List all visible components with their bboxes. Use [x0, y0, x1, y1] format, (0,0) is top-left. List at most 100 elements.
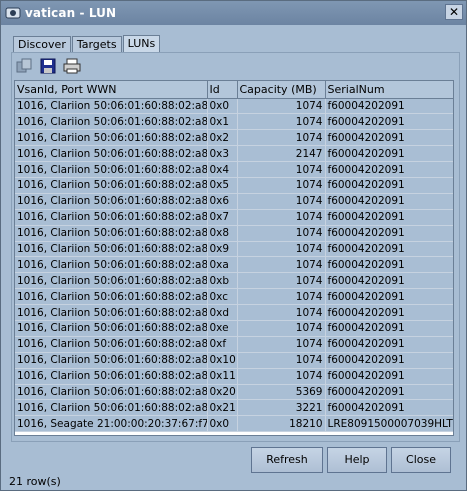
column-header-id[interactable]: Id: [207, 81, 238, 99]
print-button[interactable]: [61, 56, 83, 76]
app-icon: [5, 7, 21, 19]
cell-id: 0x9: [207, 241, 238, 258]
cell-id: 0x10: [207, 352, 238, 369]
table-row[interactable]: 1016, Clariion 50:06:01:60:88:02:a8:2b 0x…: [15, 272, 453, 290]
toolbar: [13, 56, 83, 78]
column-header-serial[interactable]: SerialNum: [325, 81, 453, 99]
cell-port-wwn: 1016, Clariion 50:06:01:60:88:02:a8:2b: [15, 98, 208, 115]
cell-serial: f60004202091: [325, 145, 453, 163]
table-row[interactable]: 1016, Clariion 50:06:01:60:88:02:a8:2b 0x…: [15, 288, 453, 306]
tab-discover[interactable]: Discover: [13, 36, 71, 53]
table-row[interactable]: 1016, Clariion 50:06:01:60:88:02:a8:2b 0x…: [15, 384, 453, 401]
cell-port-wwn: 1016, Clariion 50:06:01:60:88:02:a8:2b: [15, 209, 208, 226]
table-row[interactable]: 1016, Clariion 50:06:01:60:88:02:a8:2b 0x…: [15, 193, 453, 210]
table-row[interactable]: 1016, Clariion 50:06:01:60:88:02:a8:2b 0x…: [15, 320, 453, 337]
cell-serial: f60004202091: [325, 113, 453, 131]
cell-capacity: 5369: [237, 384, 326, 401]
table-row[interactable]: 1016, Clariion 50:06:01:60:88:02:a8:2b 0x…: [15, 177, 453, 194]
cell-serial: f60004202091: [325, 336, 453, 353]
cell-port-wwn: 1016, Clariion 50:06:01:60:88:02:a8:2b: [15, 304, 208, 321]
table-row[interactable]: 1016, Clariion 50:06:01:60:88:02:a8:2b 0x…: [15, 399, 453, 417]
cell-capacity: 1074: [237, 272, 326, 290]
refresh-button[interactable]: Refresh: [251, 447, 323, 473]
tab-targets[interactable]: Targets: [71, 36, 122, 53]
column-header-vsan-port-wwn[interactable]: VsanId, Port WWN: [15, 81, 208, 99]
cell-port-wwn: 1016, Clariion 50:06:01:60:88:02:a8:2b: [15, 225, 208, 242]
table-row[interactable]: 1016, Seagate 21:00:00:20:37:67:f7:a2 0x0…: [15, 415, 453, 433]
cell-capacity: 1074: [237, 352, 326, 369]
cell-port-wwn: 1016, Clariion 50:06:01:60:88:02:a8:2b: [15, 129, 208, 147]
table-row[interactable]: 1016, Clariion 50:06:01:60:88:02:a8:2b 0x…: [15, 304, 453, 321]
lun-table[interactable]: VsanId, Port WWN Id Capacity (MB) Serial…: [14, 80, 454, 436]
cell-id: 0x5: [207, 177, 238, 194]
cell-capacity: 1074: [237, 336, 326, 353]
table-row[interactable]: 1016, Clariion 50:06:01:60:88:02:a8:2b 0x…: [15, 336, 453, 353]
cell-id: 0x20: [207, 384, 238, 401]
cell-port-wwn: 1016, Clariion 50:06:01:60:88:02:a8:2b: [15, 161, 208, 178]
cell-id: 0x3: [207, 145, 238, 163]
table-row[interactable]: 1016, Clariion 50:06:01:60:88:02:a8:2b 0x…: [15, 256, 453, 274]
copy-button[interactable]: [13, 56, 35, 76]
copy-icon: [16, 58, 32, 73]
save-button[interactable]: [37, 56, 59, 76]
title-bar[interactable]: vatican - LUN ✕: [1, 1, 466, 25]
window-title: vatican - LUN: [25, 6, 117, 20]
cell-serial: f60004202091: [325, 256, 453, 274]
table-row[interactable]: 1016, Clariion 50:06:01:60:88:02:a8:2b 0x…: [15, 145, 453, 163]
cell-serial: f60004202091: [325, 209, 453, 226]
cell-capacity: 1074: [237, 177, 326, 194]
table-row[interactable]: 1016, Clariion 50:06:01:60:88:02:a8:2b 0x…: [15, 352, 453, 369]
cell-port-wwn: 1016, Clariion 50:06:01:60:88:02:a8:2b: [15, 145, 208, 163]
table-row[interactable]: 1016, Clariion 50:06:01:60:88:02:a8:2b 0x…: [15, 368, 453, 385]
cell-serial: f60004202091: [325, 384, 453, 401]
cell-id: 0xe: [207, 320, 238, 337]
close-button[interactable]: Close: [391, 447, 451, 473]
table-row[interactable]: 1016, Clariion 50:06:01:60:88:02:a8:2b 0x…: [15, 161, 453, 178]
cell-id: 0xd: [207, 304, 238, 321]
cell-serial: LRE8091500007039HLT6: [325, 415, 453, 433]
table-row[interactable]: 1016, Clariion 50:06:01:60:88:02:a8:2b 0x…: [15, 113, 453, 131]
cell-port-wwn: 1016, Clariion 50:06:01:60:88:02:a8:2b: [15, 193, 208, 210]
cell-capacity: 1074: [237, 320, 326, 337]
table-row[interactable]: 1016, Clariion 50:06:01:60:88:02:a8:2b 0x…: [15, 129, 453, 147]
cell-serial: f60004202091: [325, 399, 453, 417]
cell-capacity: 1074: [237, 225, 326, 242]
window-close-button[interactable]: ✕: [445, 4, 463, 20]
cell-port-wwn: 1016, Clariion 50:06:01:60:88:02:a8:2b: [15, 241, 208, 258]
table-row[interactable]: 1016, Clariion 50:06:01:60:88:02:a8:2b 0x…: [15, 209, 453, 226]
cell-capacity: 1074: [237, 304, 326, 321]
cell-port-wwn: 1016, Clariion 50:06:01:60:88:02:a8:2b: [15, 384, 208, 401]
cell-capacity: 1074: [237, 193, 326, 210]
cell-id: 0x0: [207, 98, 238, 115]
tab-luns[interactable]: LUNs: [122, 35, 161, 53]
tab-strip: Discover Targets LUNs: [13, 35, 161, 53]
cell-port-wwn: 1016, Clariion 50:06:01:60:88:02:a8:2b: [15, 336, 208, 353]
table-row[interactable]: 1016, Clariion 50:06:01:60:88:02:a8:2b 0x…: [15, 241, 453, 258]
cell-port-wwn: 1016, Clariion 50:06:01:60:88:02:a8:2b: [15, 177, 208, 194]
cell-id: 0x1: [207, 113, 238, 131]
cell-serial: f60004202091: [325, 161, 453, 178]
cell-port-wwn: 1016, Seagate 21:00:00:20:37:67:f7:a2: [15, 415, 208, 433]
cell-serial: f60004202091: [325, 304, 453, 321]
cell-id: 0xc: [207, 288, 238, 306]
help-button[interactable]: Help: [327, 447, 387, 473]
cell-capacity: 2147: [237, 145, 326, 163]
cell-port-wwn: 1016, Clariion 50:06:01:60:88:02:a8:2b: [15, 352, 208, 369]
table-header-row: VsanId, Port WWN Id Capacity (MB) Serial…: [15, 81, 453, 99]
cell-port-wwn: 1016, Clariion 50:06:01:60:88:02:a8:2b: [15, 256, 208, 274]
cell-capacity: 1074: [237, 113, 326, 131]
cell-id: 0x2: [207, 129, 238, 147]
cell-serial: f60004202091: [325, 241, 453, 258]
cell-id: 0x11: [207, 368, 238, 385]
cell-id: 0x21: [207, 399, 238, 417]
table-row[interactable]: 1016, Clariion 50:06:01:60:88:02:a8:2b 0x…: [15, 225, 453, 242]
cell-port-wwn: 1016, Clariion 50:06:01:60:88:02:a8:2b: [15, 399, 208, 417]
cell-id: 0x4: [207, 161, 238, 178]
table-row[interactable]: 1016, Clariion 50:06:01:60:88:02:a8:2b 0x…: [15, 98, 453, 115]
column-header-capacity[interactable]: Capacity (MB): [237, 81, 326, 99]
cell-serial: f60004202091: [325, 225, 453, 242]
cell-port-wwn: 1016, Clariion 50:06:01:60:88:02:a8:2b: [15, 113, 208, 131]
save-icon: [40, 58, 56, 74]
cell-id: 0x7: [207, 209, 238, 226]
print-icon: [63, 58, 81, 74]
